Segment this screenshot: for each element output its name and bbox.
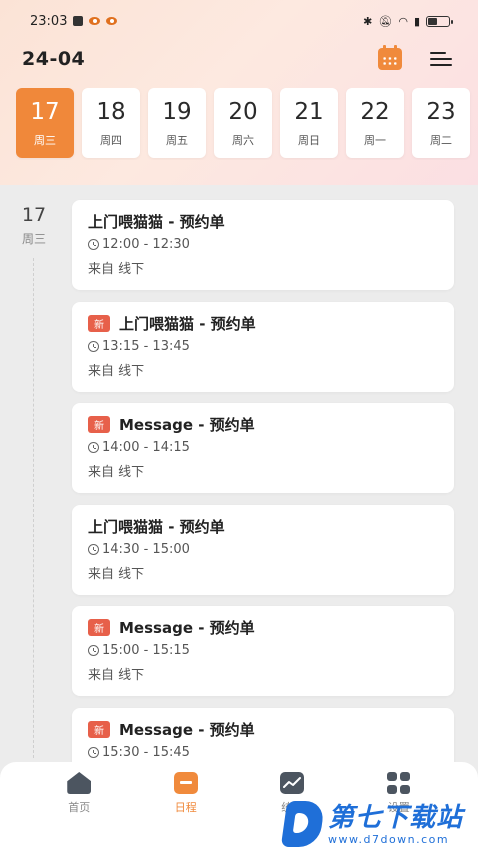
- booking-source: 来自 线下: [88, 465, 145, 480]
- tab-label: 首页: [68, 801, 91, 814]
- booking-title-row: 新 Message - 预约单: [88, 718, 438, 740]
- watermark-name: 第七下载站: [328, 802, 464, 833]
- day-number: 18: [96, 99, 126, 125]
- booking-time-row: 15:30 - 15:45: [88, 745, 438, 760]
- booking-time-row: 12:00 - 12:30: [88, 237, 438, 252]
- day-item[interactable]: 23 周二: [412, 88, 470, 158]
- booking-title-row: 新 Message - 预约单: [88, 413, 438, 435]
- booking-title: Message - 预约单: [119, 720, 255, 739]
- day-item[interactable]: 20 周六: [214, 88, 272, 158]
- timeline-date-number: 17: [21, 204, 47, 226]
- booking-title-row: 新 上门喂猫猫 - 预约单: [88, 312, 438, 334]
- booking-source: 来自 线下: [88, 262, 145, 277]
- booking-card[interactable]: 新 Message - 预约单 15:00 - 15:15 来自 线下: [72, 606, 454, 696]
- booking-source: 来自 线下: [88, 567, 145, 582]
- watermark-url: www.d7down.com: [328, 832, 450, 846]
- tab-schedule[interactable]: 日程: [151, 772, 221, 850]
- clock-icon: [88, 747, 99, 758]
- booking-time: 14:00 - 14:15: [102, 440, 190, 455]
- booking-title: Message - 预约单: [119, 618, 255, 637]
- day-number: 20: [228, 99, 258, 125]
- mute-icon: 🔕︎: [378, 14, 393, 28]
- day-number: 17: [30, 99, 60, 125]
- day-item[interactable]: 22 周一: [346, 88, 404, 158]
- booking-title-row: 上门喂猫猫 - 预约单: [88, 515, 438, 537]
- stats-icon: [280, 772, 305, 794]
- clock-icon: [88, 341, 99, 352]
- wifi-icon: ◠: [398, 14, 408, 28]
- day-weekday: 周一: [364, 134, 386, 147]
- clock-icon: [88, 442, 99, 453]
- sim-icon: ▮: [413, 14, 420, 28]
- day-weekday: 周三: [34, 134, 56, 147]
- new-badge: 新: [88, 314, 110, 332]
- clock-icon: [88, 645, 99, 656]
- day-weekday: 周日: [298, 134, 320, 147]
- booking-title: 上门喂猫猫 - 预约单: [88, 212, 225, 231]
- tab-label: 日程: [174, 801, 197, 814]
- settings-icon: [386, 772, 411, 794]
- day-number: 22: [360, 99, 390, 125]
- booking-card[interactable]: 新 Message - 预约单 14:00 - 14:15 来自 线下: [72, 403, 454, 493]
- day-weekday: 周二: [430, 134, 452, 147]
- day-item[interactable]: 17 周三: [16, 88, 74, 158]
- booking-source: 来自 线下: [88, 668, 145, 683]
- new-badge: 新: [88, 720, 110, 738]
- clock-icon: [88, 239, 99, 250]
- status-bar: 23:03 ✱ 🔕︎ ◠ ▮: [0, 0, 478, 42]
- watermark: 第七下载站 www.d7down.com: [280, 798, 478, 850]
- booking-source: 来自 线下: [88, 364, 145, 379]
- day-number: 23: [426, 99, 456, 125]
- booking-card[interactable]: 新 上门喂猫猫 - 预约单 13:15 - 13:45 来自 线下: [72, 302, 454, 392]
- new-badge: 新: [88, 415, 110, 433]
- tab-home[interactable]: 首页: [44, 772, 114, 850]
- booking-title: 上门喂猫猫 - 预约单: [119, 314, 256, 333]
- booking-time-row: 14:30 - 15:00: [88, 542, 438, 557]
- booking-time-row: 15:00 - 15:15: [88, 643, 438, 658]
- menu-icon[interactable]: [430, 50, 452, 68]
- clock-icon: [88, 544, 99, 555]
- booking-time: 12:00 - 12:30: [102, 237, 190, 252]
- day-weekday: 周五: [166, 134, 188, 147]
- booking-time-row: 13:15 - 13:45: [88, 339, 438, 354]
- new-badge: 新: [88, 618, 110, 636]
- status-right: ✱ 🔕︎ ◠ ▮: [363, 14, 453, 28]
- booking-time: 13:15 - 13:45: [102, 339, 190, 354]
- day-weekday: 周六: [232, 134, 254, 147]
- day-item[interactable]: 21 周日: [280, 88, 338, 158]
- eye-app-icon: [89, 17, 101, 25]
- booking-time: 14:30 - 15:00: [102, 542, 190, 557]
- watermark-text: 第七下载站 www.d7down.com: [328, 803, 463, 846]
- schedule-icon: [173, 772, 198, 794]
- calendar-icon[interactable]: [378, 45, 402, 70]
- bluetooth-icon: ✱: [363, 14, 373, 28]
- day-number: 19: [162, 99, 192, 125]
- timeline-date: 17 周三: [14, 204, 54, 247]
- home-icon: [67, 772, 92, 794]
- watermark-logo-icon: [280, 801, 326, 847]
- booking-time-row: 14:00 - 14:15: [88, 440, 438, 455]
- day-item[interactable]: 18 周四: [82, 88, 140, 158]
- day-item[interactable]: 19 周五: [148, 88, 206, 158]
- status-left: 23:03: [30, 13, 118, 29]
- status-time: 23:03: [30, 13, 68, 29]
- day-strip: 17 周三 18 周四 19 周五 20 周六 21 周日 22 周一 23 周二: [16, 88, 478, 160]
- notification-box-icon: [73, 16, 84, 26]
- booking-title-row: 上门喂猫猫 - 预约单: [88, 210, 438, 232]
- timeline-line: [33, 258, 34, 758]
- booking-time: 15:00 - 15:15: [102, 643, 190, 658]
- day-number: 21: [294, 99, 324, 125]
- battery-icon: [426, 15, 453, 27]
- booking-card[interactable]: 上门喂猫猫 - 预约单 12:00 - 12:30 来自 线下: [72, 200, 454, 290]
- booking-title-row: 新 Message - 预约单: [88, 616, 438, 638]
- eye-app-icon: [106, 17, 118, 25]
- month-title[interactable]: 24-04: [22, 48, 85, 70]
- booking-title: 上门喂猫猫 - 预约单: [88, 517, 225, 536]
- booking-time: 15:30 - 15:45: [102, 745, 190, 760]
- timeline-date-weekday: 周三: [21, 232, 46, 246]
- booking-title: Message - 预约单: [119, 415, 255, 434]
- day-weekday: 周四: [100, 134, 122, 147]
- header: 24-04: [22, 45, 458, 72]
- booking-card[interactable]: 上门喂猫猫 - 预约单 14:30 - 15:00 来自 线下: [72, 505, 454, 595]
